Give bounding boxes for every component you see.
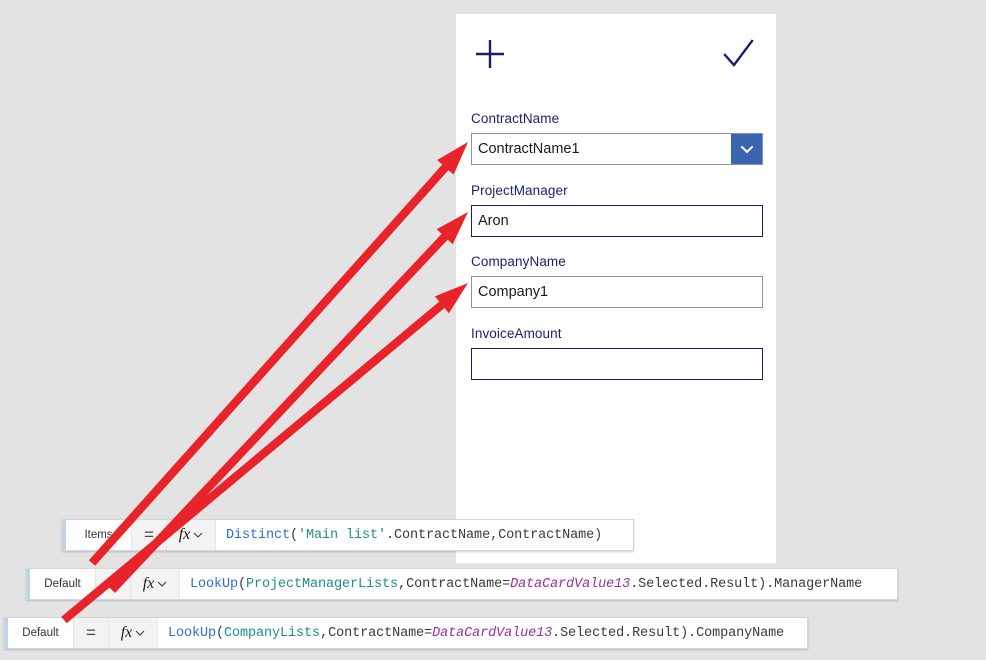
dropdown-contractname[interactable]: ContractName1 <box>471 133 763 165</box>
formula-bar-companyname-default: Default = fx LookUp(CompanyLists ,Contrac… <box>4 617 808 649</box>
formula-token: LookUp <box>190 576 239 592</box>
chevron-down-icon[interactable] <box>731 134 762 164</box>
datacard-invoiceamount: InvoiceAmount <box>471 325 763 380</box>
datacard-contractname: ContractName ContractName1 <box>471 110 763 165</box>
fx-button-default-pm[interactable]: fx <box>131 569 180 599</box>
formula-token: ( <box>216 625 225 641</box>
field-label-contractname: ContractName <box>471 111 560 126</box>
plus-icon[interactable] <box>472 36 508 72</box>
form-toolbar <box>456 14 776 86</box>
fx-button-items[interactable]: fx <box>167 520 216 550</box>
formula-token: .Selected.Result).CompanyName <box>552 625 785 641</box>
dropdown-value-contractname: ContractName1 <box>478 141 580 157</box>
textinput-invoiceamount[interactable] <box>471 348 763 380</box>
datacard-projectmanager: ProjectManager Aron <box>471 182 763 237</box>
equals-label-default-co: = <box>74 618 109 648</box>
formula-token: DataCardValue13 <box>510 576 631 592</box>
textinput-companyname[interactable]: Company1 <box>471 276 763 308</box>
chevron-down-icon <box>157 579 167 589</box>
datacard-companyname: CompanyName Company1 <box>471 253 763 308</box>
arrow-to-contractname <box>88 142 468 566</box>
chevron-down-icon <box>193 530 203 540</box>
property-dropdown-default-pm[interactable]: Default <box>27 569 96 599</box>
field-label-companyname: CompanyName <box>471 254 566 269</box>
textinput-projectmanager[interactable]: Aron <box>471 205 763 237</box>
field-label-projectmanager: ProjectManager <box>471 183 568 198</box>
fx-button-default-co[interactable]: fx <box>109 618 158 648</box>
formula-input-default-pm[interactable]: LookUp(ProjectManagerLists ,ContractName=… <box>180 569 897 599</box>
formula-token: .ContractName,ContractName) <box>386 527 603 543</box>
formula-token: LookUp <box>168 625 217 641</box>
formula-token: Distinct <box>226 527 291 543</box>
powerapps-form-panel: ContractName ContractName1 ProjectManage… <box>456 14 776 563</box>
fx-icon: fx <box>142 575 155 592</box>
formula-token: ( <box>290 527 299 543</box>
formula-input-items[interactable]: Distinct('Main list' .ContractName,Contra… <box>216 520 633 550</box>
formula-bar-projectmanager-default: Default = fx LookUp(ProjectManagerLists,… <box>26 568 898 600</box>
formula-token: .Selected.Result).ManagerName <box>630 576 863 592</box>
chevron-down-icon <box>135 628 145 638</box>
equals-label-items: = <box>132 520 167 550</box>
formula-token: 'Main list' <box>298 527 387 543</box>
formula-bar-items: Items = fx Distinct('Main list' .Contract… <box>62 519 634 551</box>
equals-label-default-pm: = <box>96 569 131 599</box>
field-label-invoiceamount: InvoiceAmount <box>471 326 562 341</box>
formula-token: ProjectManagerLists <box>246 576 399 592</box>
fx-icon: fx <box>120 624 133 641</box>
fx-icon: fx <box>178 526 191 543</box>
formula-token: ( <box>238 576 247 592</box>
formula-token: ,ContractName= <box>320 625 433 641</box>
formula-token: ,ContractName= <box>398 576 511 592</box>
textinput-value-companyname: Company1 <box>478 284 549 300</box>
checkmark-icon[interactable] <box>720 36 756 72</box>
formula-token: DataCardValue13 <box>432 625 553 641</box>
property-dropdown-default-co[interactable]: Default <box>5 618 74 648</box>
property-dropdown-items[interactable]: Items <box>63 520 132 550</box>
formula-token: CompanyLists <box>224 625 321 641</box>
textinput-value-projectmanager: Aron <box>478 213 509 229</box>
formula-input-default-co[interactable]: LookUp(CompanyLists ,ContractName= DataCar… <box>158 618 807 648</box>
